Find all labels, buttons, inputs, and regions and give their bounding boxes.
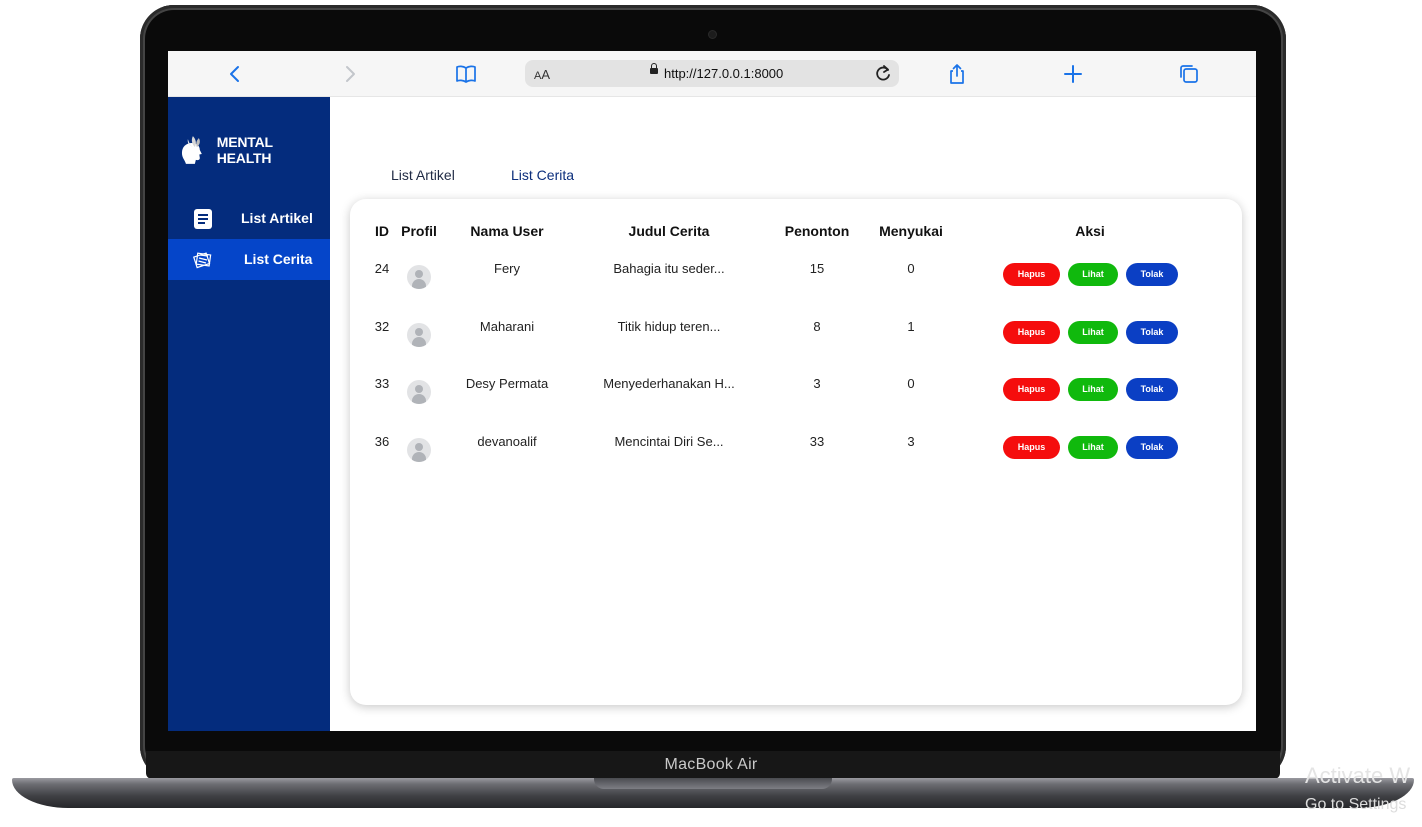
cell-likes: 0 xyxy=(907,376,915,391)
cell-id: 33 xyxy=(374,376,390,391)
cell-views: 15 xyxy=(809,261,825,276)
address-bar[interactable]: AA http://127.0.0.1:8000 xyxy=(525,60,899,87)
cell-user-name: Desy Permata xyxy=(465,376,549,391)
cell-likes: 1 xyxy=(907,319,915,334)
camera-dot xyxy=(709,31,716,38)
brand-name: MENTAL HEALTH xyxy=(216,134,273,166)
bookmarks-icon[interactable] xyxy=(454,62,478,86)
reject-button[interactable]: Tolak xyxy=(1126,263,1178,286)
brand-logo[interactable]: MENTAL HEALTH xyxy=(176,133,330,167)
table-row: 36 devanoalif Mencintai Diri Se... 33 3 … xyxy=(350,434,1242,474)
sidebar-item-label: List Cerita xyxy=(244,251,313,267)
view-button[interactable]: Lihat xyxy=(1068,378,1118,401)
reject-button[interactable]: Tolak xyxy=(1126,321,1178,344)
tab-list-artikel[interactable]: List Artikel xyxy=(391,167,455,183)
reload-icon[interactable] xyxy=(874,63,892,88)
back-icon[interactable] xyxy=(223,62,247,86)
cell-likes: 0 xyxy=(907,261,915,276)
cell-likes: 3 xyxy=(907,434,915,449)
table-row: 33 Desy Permata Menyederhanakan H... 3 0… xyxy=(350,376,1242,416)
sidebar-item-label: List Artikel xyxy=(241,210,313,226)
text-size-icon[interactable]: AA xyxy=(534,67,550,82)
avatar-icon xyxy=(407,323,431,347)
delete-button[interactable]: Hapus xyxy=(1003,436,1060,459)
cell-story-title: Titik hidup teren... xyxy=(617,319,721,334)
avatar-icon xyxy=(407,380,431,404)
sidebar-item-list-cerita[interactable]: List Cerita xyxy=(168,239,330,280)
screen: AA http://127.0.0.1:8000 MENTAL HEALTH L… xyxy=(168,51,1256,731)
cell-views: 3 xyxy=(813,376,821,391)
document-icon xyxy=(194,209,212,229)
cell-id: 36 xyxy=(374,434,390,449)
sidebar: MENTAL HEALTH List Artikel List Cerita xyxy=(168,97,330,731)
cell-story-title: Menyederhanakan H... xyxy=(603,376,735,391)
column-header-aksi: Aksi xyxy=(1075,223,1105,239)
cell-user-name: devanoalif xyxy=(477,434,537,449)
column-header-menyukai: Menyukai xyxy=(879,223,943,239)
share-icon[interactable] xyxy=(945,62,969,86)
view-button[interactable]: Lihat xyxy=(1068,436,1118,459)
reject-button[interactable]: Tolak xyxy=(1126,378,1178,401)
new-tab-icon[interactable] xyxy=(1061,62,1085,86)
forward-icon[interactable] xyxy=(338,62,362,86)
column-header-profil: Profil xyxy=(401,223,437,239)
cell-views: 33 xyxy=(809,434,825,449)
cell-user-name: Maharani xyxy=(479,319,535,334)
reject-button[interactable]: Tolak xyxy=(1126,436,1178,459)
activation-watermark-line1: Activate W xyxy=(1305,763,1411,788)
device-brand-label: MacBook Air xyxy=(664,756,758,773)
view-button[interactable]: Lihat xyxy=(1068,263,1118,286)
column-header-id: ID xyxy=(375,223,389,239)
column-header-nama-user: Nama User xyxy=(470,223,544,239)
activation-watermark-line2: Go to Settings xyxy=(1305,796,1407,813)
cell-story-title: Bahagia itu seder... xyxy=(613,261,725,276)
head-leaf-icon xyxy=(181,136,202,164)
delete-button[interactable]: Hapus xyxy=(1003,263,1060,286)
url-text[interactable]: http://127.0.0.1:8000 xyxy=(664,66,783,81)
delete-button[interactable]: Hapus xyxy=(1003,321,1060,344)
tabs-overview-icon[interactable] xyxy=(1177,62,1201,86)
cell-id: 24 xyxy=(374,261,390,276)
laptop-notch xyxy=(594,778,832,789)
avatar-icon xyxy=(407,438,431,462)
tab-list-cerita[interactable]: List Cerita xyxy=(511,167,574,183)
avatar-icon xyxy=(407,265,431,289)
cell-user-name: Fery xyxy=(494,261,520,276)
view-button[interactable]: Lihat xyxy=(1068,321,1118,344)
cell-views: 8 xyxy=(813,319,821,334)
stories-icon xyxy=(192,252,212,269)
column-header-judul-cerita: Judul Cerita xyxy=(628,223,710,239)
table-row: 24 Fery Bahagia itu seder... 15 0 Hapus … xyxy=(350,261,1242,301)
cell-id: 32 xyxy=(374,319,390,334)
table-row: 32 Maharani Titik hidup teren... 8 1 Hap… xyxy=(350,319,1242,359)
sidebar-item-list-artikel[interactable]: List Artikel xyxy=(168,198,330,239)
lock-icon xyxy=(650,63,658,74)
stories-table-card: ID Profil Nama User Judul Cerita Penonto… xyxy=(350,199,1242,705)
browser-toolbar: AA http://127.0.0.1:8000 xyxy=(168,51,1256,97)
cell-story-title: Mencintai Diri Se... xyxy=(614,434,724,449)
delete-button[interactable]: Hapus xyxy=(1003,378,1060,401)
column-header-penonton: Penonton xyxy=(784,223,850,239)
